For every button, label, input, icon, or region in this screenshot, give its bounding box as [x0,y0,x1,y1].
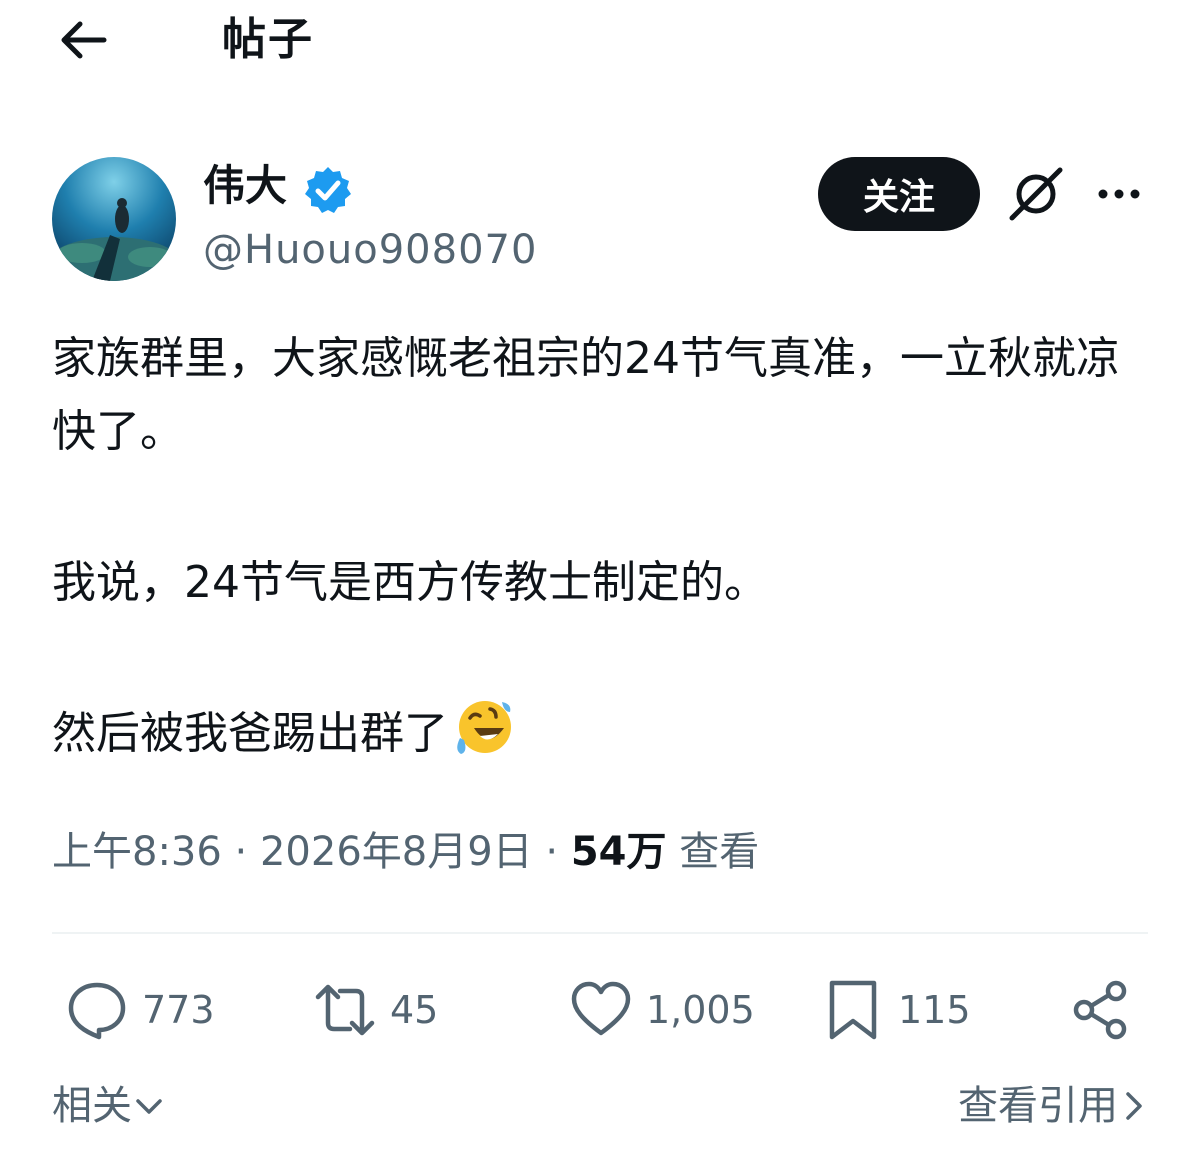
view-quotes-link[interactable]: 查看引用 [958,1078,1148,1134]
meta-separator: · [234,829,248,875]
share-icon [1073,980,1127,1040]
back-arrow-icon [61,21,107,59]
follow-button[interactable]: 关注 [818,157,980,231]
repost-button[interactable]: 45 [314,978,438,1042]
related-label: 相关 [52,1083,132,1129]
view-quotes-label: 查看引用 [958,1083,1118,1129]
grok-icon [1009,167,1063,221]
post-meta: 上午8:36 · 2026年8月9日 · 54万 查看 [52,822,759,882]
more-icon [1098,189,1140,199]
post-text: 家族群里，大家感慨老祖宗的24节气真准，一立秋就凉快了。 我说，24节气是西方传… [52,322,1152,770]
related-toggle[interactable]: 相关 [52,1078,166,1134]
bookmark-icon [829,980,877,1040]
share-button[interactable] [1070,978,1146,1042]
page-title: 帖子 [222,14,314,65]
author-handle[interactable]: @Huouo908070 [203,222,537,278]
reply-count: 773 [142,988,215,1032]
views-count: 54万 [570,829,667,875]
reply-icon [68,982,126,1040]
chevron-down-icon [136,1099,162,1114]
avatar[interactable] [52,157,176,281]
repost-icon [315,984,375,1036]
post-time[interactable]: 上午8:36 [52,829,222,875]
grok-button[interactable] [1006,164,1066,224]
reply-button[interactable]: 773 [66,978,215,1042]
rolling-on-the-floor-laughing-emoji-icon [452,698,514,760]
bookmark-button[interactable]: 115 [822,978,971,1042]
chevron-right-icon [1126,1092,1142,1120]
post-paragraph: 家族群里，大家感慨老祖宗的24节气真准，一立秋就凉快了。 [52,333,1120,457]
views-label: 查看 [679,829,760,875]
meta-separator: · [545,829,559,875]
post-date[interactable]: 2026年8月9日 [260,829,533,875]
like-button[interactable]: 1,005 [570,978,755,1042]
author-name[interactable]: 伟大 [203,158,287,214]
like-count: 1,005 [646,988,755,1032]
more-options-button[interactable] [1094,172,1144,216]
bookmark-count: 115 [898,988,971,1032]
post-paragraph: 然后被我爸踢出群了 [52,697,1152,770]
like-icon [571,981,631,1036]
verified-badge-icon [302,164,354,216]
post-paragraph: 我说，24节气是西方传教士制定的。 [52,557,768,608]
divider [52,932,1148,934]
repost-count: 45 [390,988,439,1032]
post-paragraph-text: 然后被我爸踢出群了 [52,708,448,759]
back-button[interactable] [56,18,108,62]
